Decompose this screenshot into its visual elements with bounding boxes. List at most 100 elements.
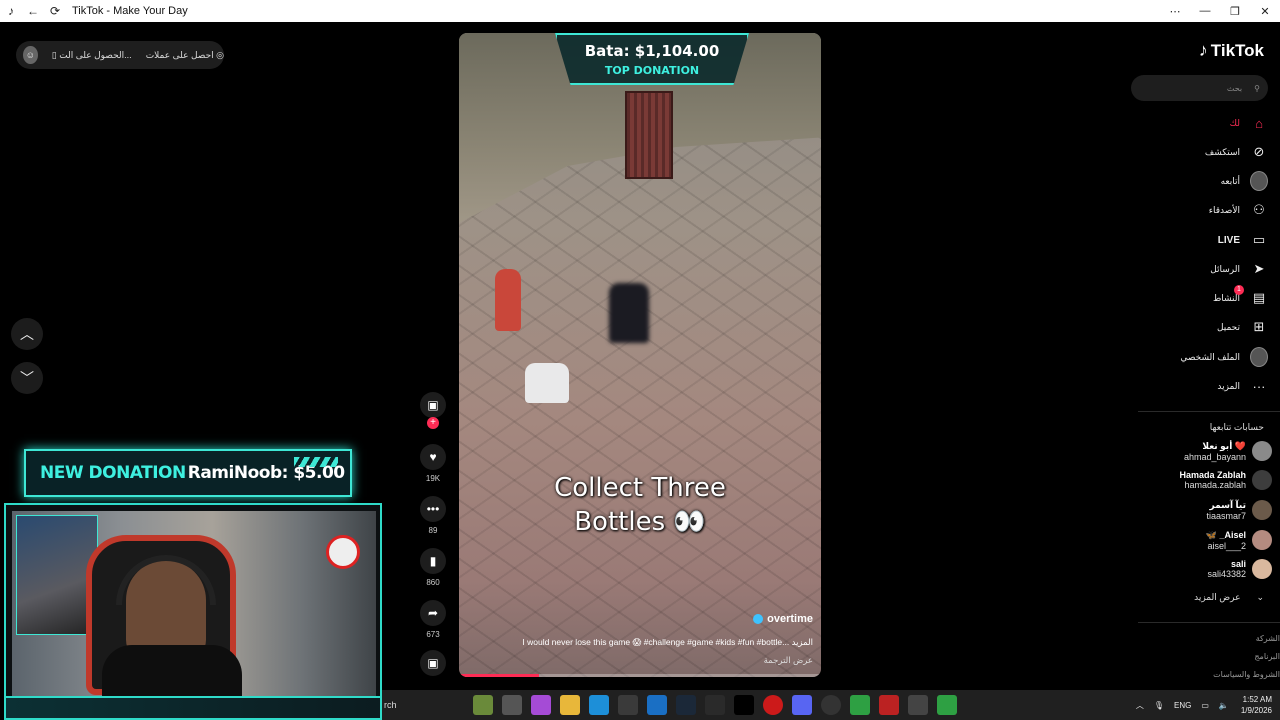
like-button[interactable]: ♥ 19K <box>418 444 448 483</box>
video-progress-bar[interactable] <box>459 674 821 677</box>
creator-label: overtime <box>767 613 813 625</box>
kid-red <box>495 269 521 331</box>
compass-icon: ⊘ <box>1253 144 1265 159</box>
get-coins-link[interactable]: احصل على عملات ◎ <box>146 50 224 61</box>
followed-account[interactable]: 🦋 _Aisel aisel___2 <box>1206 527 1272 553</box>
sound-button[interactable]: ▣ <box>418 650 448 676</box>
account-name: تيآ آسمر <box>1209 499 1246 510</box>
follow-plus-icon[interactable]: + <box>427 417 439 429</box>
outlook-icon[interactable] <box>646 695 667 715</box>
chevron-down-icon: ﹀ <box>20 370 34 386</box>
search-input[interactable]: بحث ⚲ <box>1131 75 1268 101</box>
window-titlebar: ♪ ← ⟳ TikTok - Make Your Day ⋯ — ❐ ✕ <box>0 0 1280 22</box>
comment-button[interactable]: ••• 89 <box>418 496 448 535</box>
next-video-button[interactable]: ﹀ <box>11 362 43 394</box>
creator-name[interactable]: overtime <box>753 613 813 625</box>
video-caption-line2: Bottles 👀 <box>574 507 706 537</box>
video-player[interactable]: Bata: $1,104.00 TOP DONATION Collect Thr… <box>459 33 821 677</box>
opera-icon[interactable] <box>762 695 783 715</box>
nav-live[interactable]: LIVE ▭ <box>1218 229 1268 251</box>
account-avatar <box>1252 500 1272 520</box>
back-arrow-icon[interactable]: ← <box>22 0 44 22</box>
language-indicator[interactable]: ENG <box>1174 701 1191 710</box>
save-button[interactable]: ▮ 860 <box>418 548 448 587</box>
followed-account[interactable]: sali sali43382 <box>1207 556 1272 582</box>
video-progress-fill <box>459 674 539 677</box>
tf-app-icon[interactable] <box>907 695 928 715</box>
discord-icon[interactable] <box>791 695 812 715</box>
store-icon[interactable] <box>617 695 638 715</box>
sidebar-divider <box>1138 411 1280 412</box>
previous-video-button[interactable]: ︿ <box>11 318 43 350</box>
user-avatar-icon[interactable]: ☺ <box>23 46 38 64</box>
top-donation-amount: Bata: $1,104.00 <box>584 41 720 60</box>
following-accounts-title: حسابات تتابعها <box>1209 422 1264 432</box>
plus-square-icon: ⊞ <box>1253 319 1265 334</box>
account-name: sali <box>1230 559 1246 569</box>
nav-friends-label: الأصدقاء <box>1208 204 1240 215</box>
translate-link[interactable]: عرض الترجمة <box>764 655 813 666</box>
tiktok-icon[interactable] <box>733 695 754 715</box>
footer-company-link[interactable]: الشركة <box>1256 634 1280 643</box>
task-view-icon[interactable] <box>501 695 522 715</box>
nav-friends[interactable]: الأصدقاء ⚇ <box>1209 199 1268 221</box>
tiktok-logo[interactable]: ♪ TikTok <box>1199 40 1264 61</box>
tiktok-note-icon: ♪ <box>1198 40 1208 60</box>
network-icon[interactable]: ▭ <box>1201 701 1209 710</box>
video-caption-line1: Collect Three <box>554 473 726 503</box>
file-explorer-icon[interactable] <box>559 695 580 715</box>
nav-foryou[interactable]: لك ⌂ <box>1230 112 1268 134</box>
taskbar-clock[interactable]: 1:52 AM 1/9/2026 <box>1241 694 1272 716</box>
chevron-down-icon: ⌄ <box>1256 592 1264 602</box>
music-disc-icon: ▣ <box>420 650 446 676</box>
no-smoking-sign <box>326 535 360 569</box>
nav-explore-label: استكشف <box>1204 146 1240 157</box>
followed-account[interactable]: أبو نعلا ❤️ ahmad_bayann <box>1184 438 1272 464</box>
footer-program-link[interactable]: البرنامج <box>1254 652 1280 661</box>
account-name: Hamada Zablah <box>1179 470 1246 480</box>
account-avatar <box>1252 470 1272 490</box>
nav-upload[interactable]: تحميل ⊞ <box>1217 316 1268 338</box>
chat-app-icon[interactable] <box>849 695 870 715</box>
windows-taskbar: rch ︿ 🎙 ENG ▭ 🔈 1:52 AM 1/9/2026 <box>382 690 1280 720</box>
close-button[interactable]: ✕ <box>1250 0 1280 22</box>
copilot-icon[interactable] <box>530 695 551 715</box>
window-title: TikTok - Make Your Day <box>72 5 188 17</box>
widget-icon[interactable] <box>472 695 493 715</box>
heart-icon: ♥ <box>420 444 446 470</box>
4k-app-icon[interactable] <box>704 695 725 715</box>
maximize-button[interactable]: ❐ <box>1220 0 1250 22</box>
volume-icon[interactable]: 🔈 <box>1219 701 1229 710</box>
mail-icon[interactable] <box>878 695 899 715</box>
nav-activity[interactable]: النشاط ▤ 1 <box>1213 285 1268 309</box>
taskbar-search[interactable]: rch <box>384 700 468 710</box>
nav-explore[interactable]: استكشف ⊘ <box>1205 141 1268 163</box>
microphone-icon[interactable]: 🎙 <box>1154 701 1164 710</box>
minimize-button[interactable]: — <box>1190 0 1220 22</box>
share-icon: ➦ <box>420 600 446 626</box>
menu-button[interactable]: ⋯ <box>1160 0 1190 22</box>
see-more-button[interactable]: عرض المزيد ⌄ <box>1194 592 1264 603</box>
footer-terms-link[interactable]: الشروط والسياسات <box>1213 670 1280 679</box>
nav-following[interactable]: أتابعه <box>1221 170 1268 192</box>
nav-following-label: أتابعه <box>1220 175 1240 186</box>
creator-avatar-button[interactable]: ▣ + <box>418 392 448 429</box>
get-app-link[interactable]: ▯ الحصول على الت... <box>52 50 132 61</box>
nav-live-label: LIVE <box>1217 234 1240 246</box>
activity-icon: ▤ <box>1252 290 1266 305</box>
tray-chevron-icon[interactable]: ︿ <box>1136 700 1144 711</box>
nav-profile[interactable]: الملف الشخصي <box>1180 346 1268 368</box>
nav-messages[interactable]: الرسائل ➤ <box>1210 258 1268 280</box>
search-icon[interactable]: ⚲ <box>1254 84 1260 93</box>
edge-icon[interactable] <box>588 695 609 715</box>
video-description[interactable]: I would never lose this game 😱 #challeng… <box>467 637 813 648</box>
reload-icon[interactable]: ⟳ <box>44 0 66 22</box>
followed-account[interactable]: تيآ آسمر tiaasmar7 <box>1206 497 1272 523</box>
steam-icon[interactable] <box>675 695 696 715</box>
settings-app-icon[interactable] <box>936 695 957 715</box>
live-tv-icon: ▭ <box>1252 232 1266 247</box>
nav-more[interactable]: المزيد ··· <box>1217 375 1268 397</box>
followed-account[interactable]: Hamada Zablah hamada.zablah <box>1179 467 1272 493</box>
share-button[interactable]: ➦ 673 <box>418 600 448 639</box>
obs-icon[interactable] <box>820 695 841 715</box>
